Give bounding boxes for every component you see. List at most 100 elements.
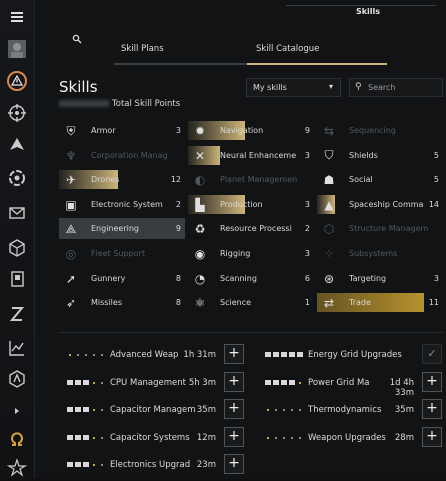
category-name: Rigging (220, 249, 251, 258)
skill-category-structure-managem[interactable]: ⬡ Structure Managem (317, 218, 443, 239)
category-skill-count: 3 (304, 150, 310, 160)
neocom-fleet-icon[interactable] (0, 131, 34, 159)
skill-category-targeting[interactable]: ⊛ Targeting 3 (317, 268, 443, 289)
skill-category-resource-processi[interactable]: ♻ Resource Processi 2 (188, 218, 314, 239)
category-name: Corporation Manag (91, 150, 168, 160)
neocom-mail-icon[interactable] (0, 199, 34, 227)
neocom-omega-icon[interactable] (0, 425, 34, 453)
category-skill-count: 3 (304, 199, 310, 209)
skill-category-navigation[interactable]: ✹ Navigation 9 (188, 120, 314, 141)
active-tab-indicator (247, 63, 387, 65)
tab-skill-catalogue[interactable]: Skill Catalogue (256, 44, 382, 65)
search-box[interactable]: ⚲ (349, 78, 443, 97)
skill-category-missiles[interactable]: ➶ Missiles 8 (59, 292, 185, 313)
skill-category-gunnery[interactable]: ➚ Gunnery 8 (59, 268, 185, 289)
category-name: Subsystems (349, 249, 398, 258)
skill-search-icon[interactable] (72, 34, 82, 47)
queue-skill-row[interactable]: Capacitor Managem 35m + (59, 399, 244, 421)
add-to-queue-button[interactable]: + (224, 426, 244, 447)
window-title: Skills (355, 7, 381, 16)
add-to-queue-button[interactable]: + (422, 399, 442, 419)
queue-skill-row[interactable]: Power Grid Ma 1d 4h 33m + (257, 371, 442, 398)
skills-window: Skills Skill Plans Skill Catalogue Skill… (35, 0, 446, 479)
neocom-globe-icon[interactable] (0, 164, 34, 192)
neural-icon: ✕ (194, 148, 206, 163)
armor-icon: ⛨ (66, 123, 76, 138)
skill-category-fleet-support[interactable]: ◎ Fleet Support (59, 243, 185, 264)
skill-category-electronic-system[interactable]: ▣ Electronic System 2 (59, 194, 185, 215)
skill-category-neural-enhanceme[interactable]: ✕ Neural Enhanceme 3 (188, 145, 314, 166)
category-skill-count: 2 (304, 224, 310, 234)
total-skill-points-value-redacted (59, 100, 109, 107)
queue-skill-row[interactable]: Electronics Upgrad 23m + (59, 454, 244, 476)
neocom-sidebar (0, 0, 35, 479)
queue-skill-row[interactable]: Thermodynamics 35m + (257, 399, 442, 421)
add-to-queue-button[interactable]: + (422, 371, 442, 392)
category-name: Armor (91, 126, 116, 135)
category-name: Social (349, 175, 373, 185)
queue-skill-row[interactable]: Advanced Weap 1h 31m + (59, 344, 244, 366)
skill-category-subsystems[interactable]: ⁘ Subsystems (317, 243, 443, 264)
neocom-crosshair-icon[interactable] (0, 99, 34, 127)
neocom-settings-icon[interactable] (0, 365, 34, 393)
skill-filter-dropdown[interactable]: My skills ▾ (246, 78, 341, 97)
skill-category-social[interactable]: ☗ Social 5 (317, 169, 443, 190)
add-to-queue-button[interactable]: + (422, 426, 442, 447)
total-skill-points-label: Total Skill Points (112, 99, 181, 109)
add-to-queue-button[interactable]: + (224, 399, 244, 419)
add-to-queue-button[interactable]: + (224, 371, 244, 392)
skill-level-indicator (265, 407, 303, 411)
neocom-chevron-right-icon[interactable] (0, 402, 34, 420)
skill-category-shields[interactable]: ⛉ Shields 5 (317, 145, 443, 166)
skill-category-corporation-manag[interactable]: ♆ Corporation Manag (59, 145, 185, 166)
category-name: Production (220, 199, 263, 209)
skill-level-indicator (67, 407, 105, 412)
engineering-icon: ⟁ (65, 221, 77, 236)
neocom-notebook-icon[interactable] (0, 265, 34, 293)
category-name: Sequencing (349, 126, 396, 135)
category-skill-count: 8 (175, 298, 181, 308)
trade-icon: ⇄ (323, 296, 335, 311)
skill-level-indicator (67, 352, 105, 356)
category-name: Navigation (220, 126, 264, 135)
neocom-z-icon[interactable] (0, 300, 34, 328)
neocom-menu-icon[interactable] (0, 3, 34, 31)
skill-category-spaceship-comma[interactable]: ▲ Spaceship Comma 14 (317, 194, 443, 215)
missile-icon: ➶ (65, 296, 77, 311)
subsystems-icon: ⁘ (323, 247, 335, 261)
skill-category-armor[interactable]: ⛨ Armor 3 (59, 120, 185, 141)
category-skill-count: 1 (304, 298, 310, 308)
skill-category-drones[interactable]: ✈ Drones 12 (59, 169, 185, 190)
category-skill-count: 5 (433, 150, 439, 160)
neocom-avatar[interactable] (0, 35, 34, 63)
neocom-chart-icon[interactable] (0, 334, 34, 362)
skill-category-planet-managemen[interactable]: ◐ Planet Managemen (188, 169, 314, 190)
skill-category-rigging[interactable]: ◉ Rigging 3 (188, 243, 314, 264)
scanning-icon: ◔ (194, 271, 206, 286)
skill-category-production[interactable]: ▙ Production 3 (188, 194, 314, 215)
queue-skill-time: 35m (394, 405, 414, 415)
category-skill-count: 3 (304, 249, 310, 258)
category-name: Spaceship Comma (349, 199, 424, 209)
queue-skill-row[interactable]: Capacitor Systems 12m + (59, 426, 244, 449)
skill-category-science[interactable]: ⚛ Science 1 (188, 292, 314, 313)
queue-skill-row[interactable]: CPU Management 5h 3m + (59, 371, 244, 394)
skill-category-sequencing[interactable]: ⇆ Sequencing (317, 120, 443, 141)
skill-category-engineering[interactable]: ⟁ Engineering 9 (59, 218, 185, 240)
skill-category-scanning[interactable]: ◔ Scanning 6 (188, 268, 314, 289)
category-skill-count: 6 (304, 273, 310, 283)
drone-icon: ✈ (65, 173, 77, 188)
neocom-news-icon[interactable] (0, 453, 34, 481)
queue-skill-row[interactable]: Energy Grid Upgrades ✓ (257, 344, 442, 366)
queue-skill-time: 35m (196, 405, 216, 415)
neocom-warning-icon[interactable] (0, 67, 34, 95)
category-skill-count: 11 (428, 298, 439, 308)
tab-skill-plans[interactable]: Skill Plans (121, 44, 164, 64)
factory-icon: ▙ (195, 197, 205, 212)
skill-category-trade[interactable]: ⇄ Trade 11 (317, 292, 443, 313)
queue-skill-row[interactable]: Weapon Upgrades 28m + (257, 426, 442, 449)
neocom-cube-icon[interactable] (0, 234, 34, 262)
add-to-queue-button[interactable]: + (224, 344, 244, 364)
add-to-queue-button[interactable]: + (224, 454, 244, 474)
search-input[interactable] (368, 81, 438, 94)
